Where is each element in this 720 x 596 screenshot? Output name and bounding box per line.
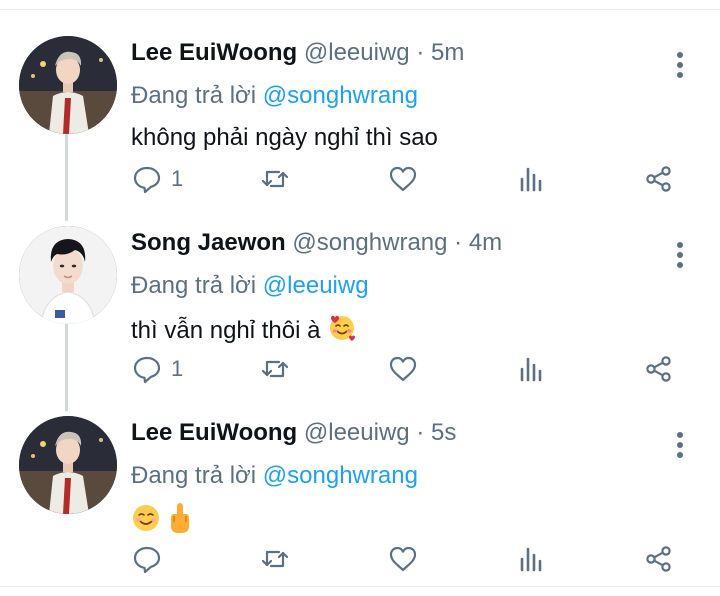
- avatar[interactable]: [19, 416, 117, 514]
- separator-dot: ·: [416, 419, 425, 446]
- tweet-header: Song Jaewon @songhwrang · 4m: [131, 228, 502, 258]
- retweet-button[interactable]: [260, 162, 290, 196]
- user-handle[interactable]: @songhwrang: [292, 229, 447, 256]
- middle-finger-emoji: [168, 502, 192, 543]
- timestamp[interactable]: 4m: [469, 229, 502, 256]
- more-icon[interactable]: [670, 430, 690, 460]
- reply-button[interactable]: 1: [132, 352, 183, 386]
- user-handle[interactable]: @leeuiwg: [304, 419, 410, 446]
- like-button[interactable]: [388, 162, 418, 196]
- reply-count: 1: [171, 356, 184, 381]
- mention-link[interactable]: @songhwrang: [263, 462, 418, 489]
- timestamp[interactable]: 5m: [431, 39, 464, 66]
- tweet-text: không phải ngày nghỉ thì sao: [131, 124, 438, 151]
- share-button[interactable]: [644, 542, 674, 576]
- share-icon: [646, 166, 671, 192]
- avatar[interactable]: [19, 226, 117, 324]
- display-name[interactable]: Song Jaewon: [131, 229, 286, 256]
- analytics-button[interactable]: [516, 542, 546, 576]
- tweet-header: Lee EuiWoong @leeuiwg · 5m: [131, 38, 464, 68]
- separator-dot: ·: [416, 39, 425, 66]
- user-handle[interactable]: @leeuiwg: [304, 39, 410, 66]
- replying-to: Đang trả lời @songhwrang: [131, 461, 418, 491]
- tweet[interactable]: Lee EuiWoong @leeuiwg · 5m Đang trả lời …: [0, 10, 720, 200]
- reply-icon: [133, 166, 161, 194]
- mention-link[interactable]: @leeuiwg: [263, 272, 369, 299]
- like-icon: [389, 546, 417, 572]
- reply-button[interactable]: 1: [132, 162, 183, 196]
- avatar-photo: [19, 416, 117, 514]
- avatar-photo: [19, 226, 117, 324]
- tweet-header: Lee EuiWoong @leeuiwg · 5s: [131, 418, 456, 448]
- share-button[interactable]: [644, 162, 674, 196]
- analytics-icon: [520, 357, 542, 382]
- tweet-actions: 1: [0, 352, 720, 386]
- reply-count: 1: [171, 166, 184, 191]
- more-icon[interactable]: [670, 240, 690, 270]
- replying-to: Đang trả lời @songhwrang: [131, 81, 418, 111]
- replying-to: Đang trả lời @leeuiwg: [131, 271, 369, 301]
- retweet-icon: [261, 550, 289, 568]
- analytics-button[interactable]: [516, 162, 546, 196]
- separator-dot: ·: [454, 229, 463, 256]
- reply-button[interactable]: [132, 542, 171, 576]
- analytics-button[interactable]: [516, 352, 546, 386]
- bottom-divider: [0, 586, 720, 587]
- like-button[interactable]: [388, 352, 418, 386]
- like-icon: [389, 356, 417, 382]
- retweet-button[interactable]: [260, 352, 290, 386]
- avatar-photo: [19, 36, 117, 134]
- retweet-icon: [261, 360, 289, 378]
- replying-to-label: Đang trả lời: [131, 462, 257, 489]
- retweet-button[interactable]: [260, 542, 290, 576]
- more-icon[interactable]: [670, 50, 690, 80]
- share-icon: [646, 546, 671, 572]
- retweet-icon: [261, 170, 289, 188]
- analytics-icon: [520, 167, 542, 192]
- tweet-actions: 1: [0, 162, 720, 196]
- smiling-face-with-hearts-emoji: [327, 312, 357, 351]
- share-icon: [646, 356, 671, 382]
- display-name[interactable]: Lee EuiWoong: [131, 39, 297, 66]
- avatar[interactable]: [19, 36, 117, 134]
- reply-icon: [133, 356, 161, 384]
- tweet[interactable]: Song Jaewon @songhwrang · 4m Đang trả lờ…: [0, 200, 720, 390]
- display-name[interactable]: Lee EuiWoong: [131, 419, 297, 446]
- mention-link[interactable]: @songhwrang: [263, 82, 418, 109]
- replying-to-label: Đang trả lời: [131, 272, 257, 299]
- tweet-body: [131, 502, 192, 543]
- analytics-icon: [520, 547, 542, 572]
- tweet-actions: [0, 542, 720, 576]
- replying-to-label: Đang trả lời: [131, 82, 257, 109]
- like-icon: [389, 166, 417, 192]
- timestamp[interactable]: 5s: [431, 419, 456, 446]
- like-button[interactable]: [388, 542, 418, 576]
- tweet-body: thì vẫn nghỉ thôi à: [131, 312, 357, 351]
- tweet[interactable]: Lee EuiWoong @leeuiwg · 5s Đang trả lời …: [0, 390, 720, 580]
- share-button[interactable]: [644, 352, 674, 386]
- tweet-text: thì vẫn nghỉ thôi à: [131, 316, 321, 344]
- reply-icon: [133, 546, 161, 574]
- smiling-face-emoji: [131, 503, 161, 542]
